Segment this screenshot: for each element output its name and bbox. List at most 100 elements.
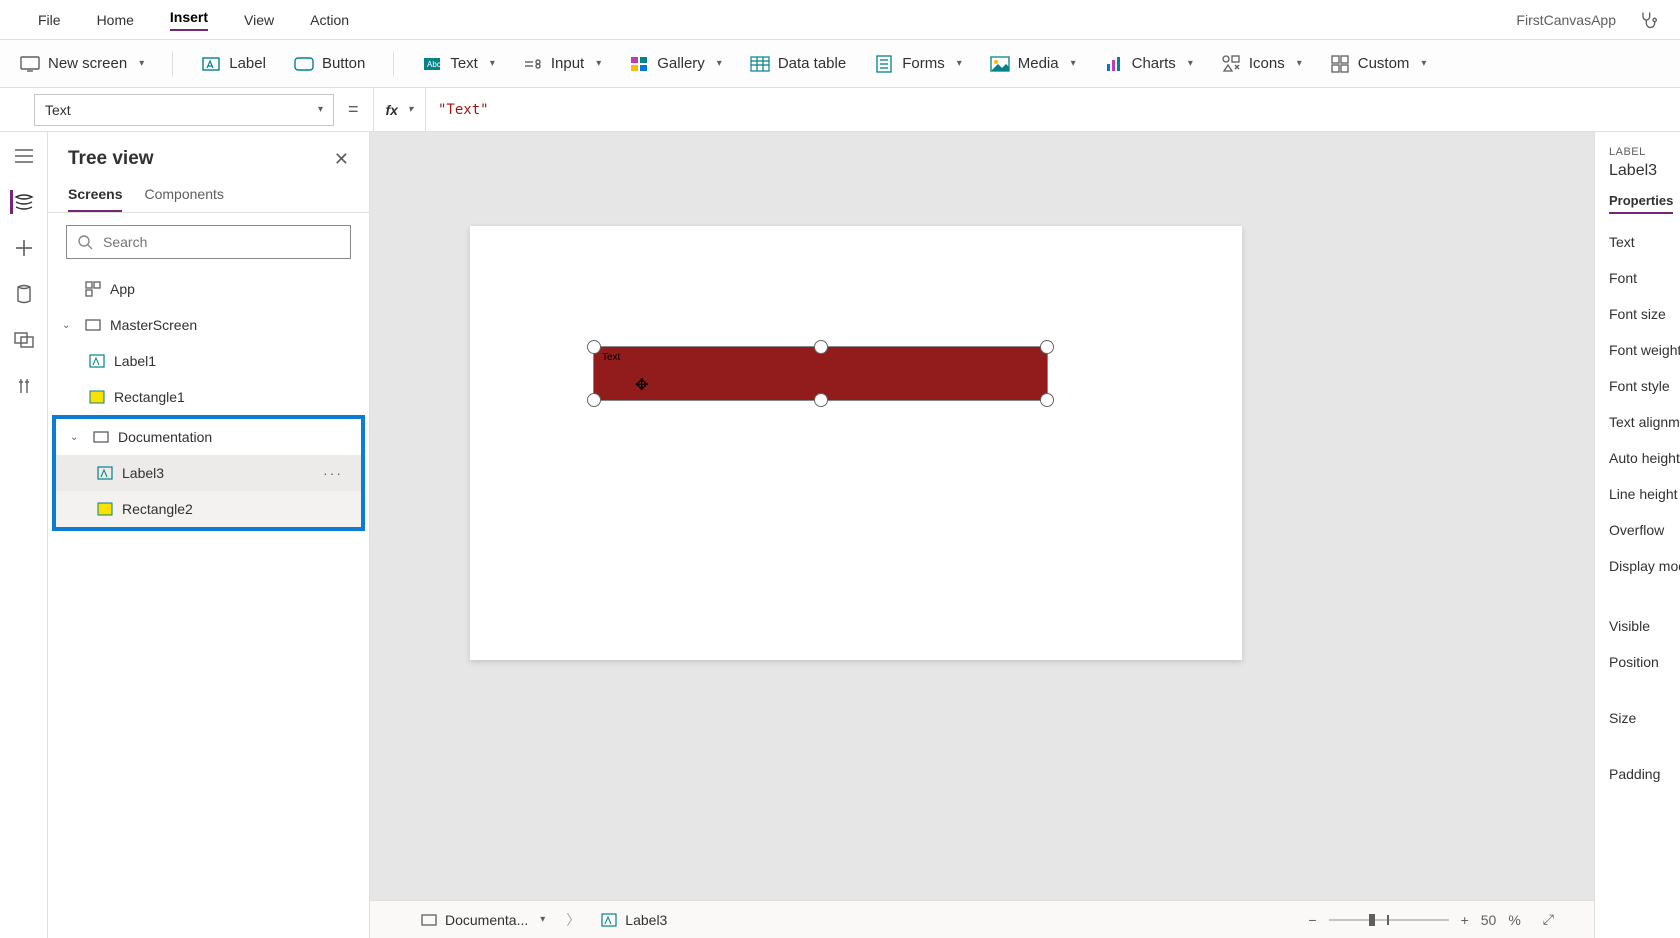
insert-forms-button[interactable]: Forms ▾ [874, 54, 962, 74]
prop-row[interactable]: Text [1609, 234, 1680, 250]
insert-gallery-button[interactable]: Gallery ▾ [629, 54, 722, 74]
insert-charts-button[interactable]: Charts ▾ [1104, 54, 1193, 74]
tree-node-label1[interactable]: Label1 [48, 343, 369, 379]
expand-icon[interactable]: ⌄ [70, 432, 84, 443]
tree-node-label: Rectangle2 [122, 501, 193, 517]
prop-row[interactable]: Visible [1609, 618, 1680, 634]
hamburger-icon[interactable] [12, 144, 36, 168]
tree-node-masterscreen[interactable]: ⌄ MasterScreen [48, 307, 369, 343]
insert-text-button[interactable]: Abc Text ▾ [422, 54, 495, 74]
screen-icon [20, 54, 40, 74]
menu-file[interactable]: File [38, 12, 61, 28]
button-icon [294, 54, 314, 74]
fx-button[interactable]: fx▾ [373, 88, 425, 131]
tools-icon[interactable] [12, 374, 36, 398]
tree-node-rectangle2[interactable]: Rectangle2 [56, 491, 361, 527]
prop-row[interactable]: Font weight [1609, 342, 1680, 358]
tree-node-app[interactable]: App [48, 271, 369, 307]
more-icon[interactable]: ··· [323, 465, 343, 481]
chevron-down-icon: ▾ [1297, 58, 1302, 69]
formula-input[interactable]: "Text" [425, 88, 1680, 131]
resize-handle[interactable] [587, 393, 601, 407]
tree-node-label: Rectangle1 [114, 389, 185, 405]
breadcrumb-bar: Documenta... ▾ 〉 Label3 − + 50 % ⤢ [370, 900, 1594, 938]
search-input[interactable] [66, 225, 351, 259]
custom-icon [1330, 54, 1350, 74]
rectangle-icon [88, 388, 106, 406]
new-screen-button[interactable]: New screen ▾ [20, 54, 144, 74]
prop-row[interactable]: Text alignme [1609, 414, 1680, 430]
datatable-icon [750, 54, 770, 74]
insert-datatable-button[interactable]: Data table [750, 54, 846, 74]
prop-row[interactable]: Font style [1609, 378, 1680, 394]
prop-row[interactable]: Line height [1609, 486, 1680, 502]
breadcrumb-screen[interactable]: Documenta... ▾ [410, 907, 556, 933]
prop-row[interactable]: Position [1609, 654, 1680, 670]
canvas-viewport[interactable]: Text ✥ [370, 132, 1594, 900]
prop-row[interactable]: Font size [1609, 306, 1680, 322]
prop-row[interactable]: Font [1609, 270, 1680, 286]
breadcrumb-control[interactable]: Label3 [590, 907, 678, 933]
chevron-down-icon: ▾ [717, 58, 722, 69]
tree-view-panel: Tree view ✕ Screens Components App ⌄ Mas… [48, 132, 370, 938]
menu-insert[interactable]: Insert [170, 9, 208, 31]
insert-custom-button[interactable]: Custom ▾ [1330, 54, 1427, 74]
prop-row[interactable]: Display mod [1609, 558, 1680, 574]
insert-input-label: Input [551, 55, 584, 72]
left-rail [0, 132, 48, 938]
tab-components[interactable]: Components [144, 178, 223, 212]
text-icon: Abc [422, 54, 442, 74]
new-screen-label: New screen [48, 55, 127, 72]
search-field[interactable] [101, 233, 340, 251]
tree-node-label3[interactable]: Label3 ··· [56, 455, 361, 491]
zoom-out-button[interactable]: − [1308, 912, 1316, 928]
tab-screens[interactable]: Screens [68, 178, 122, 212]
diagnostics-icon[interactable] [1636, 8, 1660, 32]
properties-panel: LABEL Label3 Properties Text Font Font s… [1594, 132, 1680, 938]
zoom-value: 50 [1481, 912, 1497, 928]
insert-icons-button[interactable]: Icons ▾ [1221, 54, 1302, 74]
property-dropdown[interactable]: Text ▾ [34, 94, 334, 126]
prop-row[interactable]: Padding [1609, 766, 1680, 782]
resize-handle[interactable] [587, 340, 601, 354]
ribbon: New screen ▾ Label Button Abc Text ▾ Inp… [0, 40, 1680, 88]
chevron-down-icon: ▾ [540, 914, 545, 925]
resize-handle[interactable] [814, 340, 828, 354]
resize-handle[interactable] [1040, 393, 1054, 407]
insert-label-button[interactable]: Label [201, 54, 266, 74]
insert-button-button[interactable]: Button [294, 54, 365, 74]
insert-charts-label: Charts [1132, 55, 1176, 72]
chevron-down-icon: ▾ [139, 58, 144, 69]
resize-handle[interactable] [1040, 340, 1054, 354]
fit-screen-icon[interactable]: ⤢ [1543, 911, 1554, 928]
svg-text:Abc: Abc [427, 60, 441, 69]
menu-home[interactable]: Home [97, 12, 134, 28]
data-icon[interactable] [12, 282, 36, 306]
canvas-area: Text ✥ Documenta... ▾ 〉 Label [370, 132, 1594, 938]
tree-view-icon[interactable] [10, 190, 34, 214]
close-icon[interactable]: ✕ [334, 149, 349, 170]
control-text: Text [602, 352, 620, 363]
prop-row[interactable]: Auto height [1609, 450, 1680, 466]
prop-row[interactable]: Size [1609, 710, 1680, 726]
menu-action[interactable]: Action [310, 12, 349, 28]
menu-view[interactable]: View [244, 12, 274, 28]
app-name: FirstCanvasApp [1516, 12, 1616, 28]
selected-control[interactable]: Text ✥ [593, 346, 1048, 401]
add-icon[interactable] [12, 236, 36, 260]
resize-handle[interactable] [814, 393, 828, 407]
tab-properties[interactable]: Properties [1609, 193, 1673, 214]
prop-row[interactable]: Overflow [1609, 522, 1680, 538]
insert-input-button[interactable]: Input ▾ [523, 54, 601, 74]
zoom-slider[interactable] [1329, 919, 1449, 921]
equals-sign: = [348, 99, 359, 120]
insert-media-button[interactable]: Media ▾ [990, 54, 1076, 74]
tree-node-rectangle1[interactable]: Rectangle1 [48, 379, 369, 415]
expand-icon[interactable]: ⌄ [62, 320, 76, 331]
insert-forms-label: Forms [902, 55, 945, 72]
media-panel-icon[interactable] [12, 328, 36, 352]
zoom-in-button[interactable]: + [1461, 912, 1469, 928]
artboard[interactable]: Text ✥ [470, 226, 1242, 660]
chevron-down-icon: ▾ [596, 58, 601, 69]
tree-node-documentation[interactable]: ⌄ Documentation [56, 419, 361, 455]
